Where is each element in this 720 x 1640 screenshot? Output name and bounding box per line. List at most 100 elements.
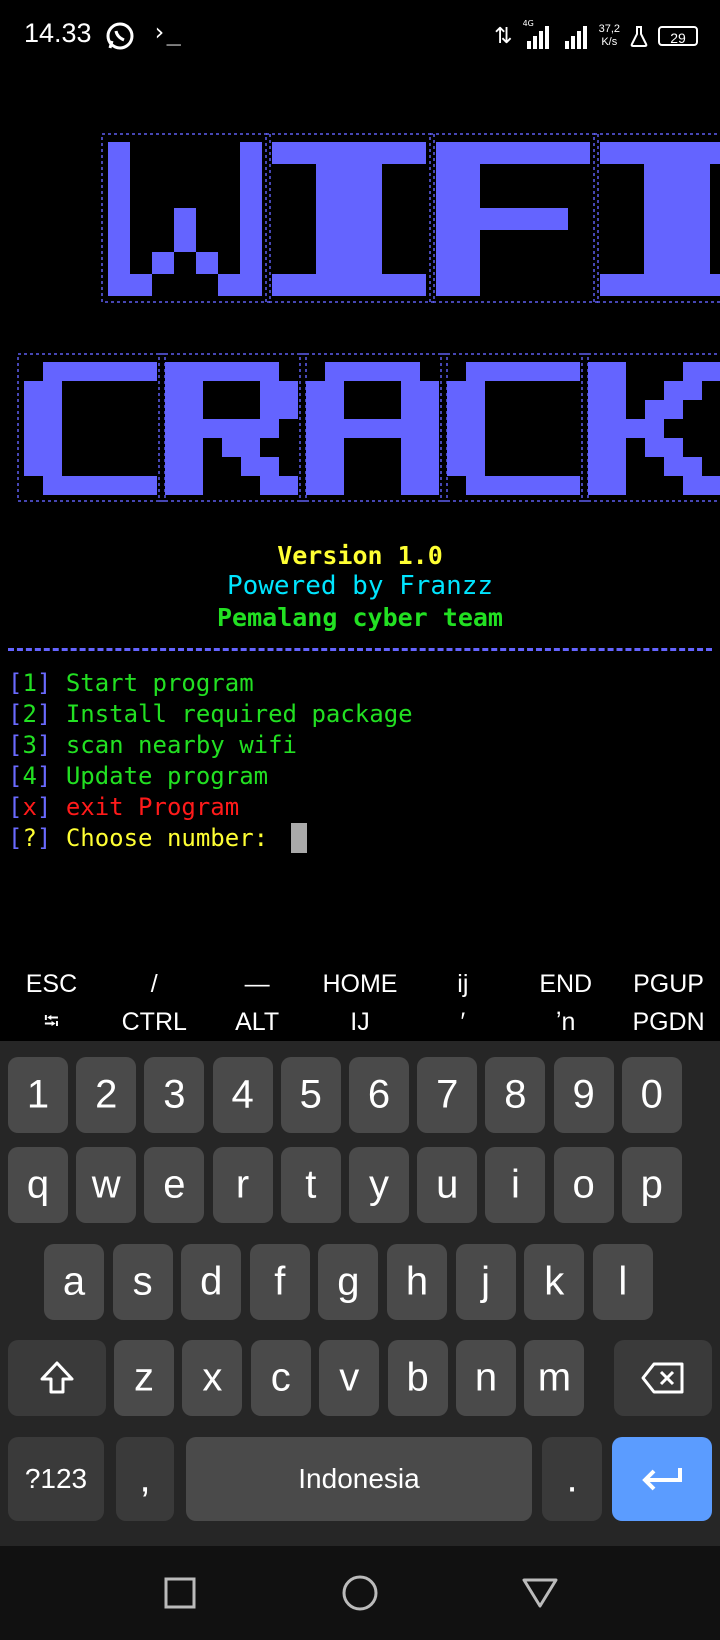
key-2[interactable]: 2 bbox=[76, 1057, 137, 1133]
banner-pixel bbox=[420, 476, 439, 495]
banner-pixel bbox=[480, 142, 502, 164]
banner-pixel bbox=[702, 476, 720, 495]
banner-pixel bbox=[466, 476, 485, 495]
symbols-key[interactable]: ?123 bbox=[8, 1437, 104, 1521]
banner-pixel bbox=[81, 476, 100, 495]
key-b[interactable]: b bbox=[387, 1340, 448, 1416]
key-y[interactable]: y bbox=[349, 1147, 409, 1223]
key-j[interactable]: j bbox=[455, 1244, 516, 1320]
banner-pixel bbox=[480, 208, 502, 230]
back-button[interactable] bbox=[500, 1546, 580, 1640]
status-icons: ⇅ 4G 37,2 K/s 29 bbox=[494, 16, 698, 56]
banner-pixel bbox=[436, 230, 458, 252]
banner-pixel bbox=[294, 142, 316, 164]
key-p[interactable]: p bbox=[621, 1147, 682, 1223]
key-home[interactable]: HOME bbox=[309, 965, 412, 1003]
banner-pixel bbox=[401, 457, 420, 476]
banner-pixel bbox=[108, 142, 130, 164]
banner-pixel bbox=[43, 438, 62, 457]
key-1[interactable]: 1 bbox=[8, 1057, 68, 1133]
key-a[interactable]: a bbox=[44, 1244, 104, 1320]
key-pgdn[interactable]: PGDN bbox=[617, 1003, 720, 1041]
key-dash[interactable]: — bbox=[206, 965, 309, 1003]
banner-pixel bbox=[688, 208, 710, 230]
enter-key[interactable] bbox=[612, 1437, 712, 1521]
key-f[interactable]: f bbox=[249, 1244, 310, 1320]
key-esc[interactable]: ESC bbox=[0, 965, 103, 1003]
key-tab[interactable]: ⭾ bbox=[0, 1003, 103, 1041]
menu-label: Start program bbox=[65, 669, 254, 697]
key-4[interactable]: 4 bbox=[212, 1057, 273, 1133]
key-end[interactable]: END bbox=[514, 965, 617, 1003]
banner-pixel bbox=[561, 476, 580, 495]
key-ij[interactable]: ij bbox=[411, 965, 514, 1003]
banner-pixel bbox=[447, 400, 466, 419]
banner-pixel bbox=[165, 400, 184, 419]
key-l[interactable]: l bbox=[592, 1244, 653, 1320]
key-ij-upper[interactable]: IJ bbox=[309, 1003, 412, 1041]
banner-pixel bbox=[588, 381, 607, 400]
key-k[interactable]: k bbox=[524, 1244, 585, 1320]
banner-pixel bbox=[502, 142, 524, 164]
shift-key[interactable] bbox=[8, 1340, 106, 1416]
period-key[interactable]: . bbox=[542, 1437, 602, 1521]
key-8[interactable]: 8 bbox=[485, 1057, 546, 1133]
home-button[interactable] bbox=[320, 1546, 400, 1640]
key-g[interactable]: g bbox=[318, 1244, 379, 1320]
banner-pixel bbox=[316, 230, 338, 252]
key-q[interactable]: q bbox=[8, 1147, 68, 1223]
banner-pixel bbox=[316, 252, 338, 274]
banner-pixel bbox=[436, 142, 458, 164]
key-h[interactable]: h bbox=[387, 1244, 447, 1320]
key-0[interactable]: 0 bbox=[621, 1057, 682, 1133]
flask-icon bbox=[630, 26, 648, 47]
terminal-menu: [1] Start program [2] Install required p… bbox=[8, 668, 413, 854]
key-s[interactable]: s bbox=[112, 1244, 173, 1320]
key-pgup[interactable]: PGUP bbox=[617, 965, 720, 1003]
banner-pixel bbox=[524, 208, 546, 230]
key-o[interactable]: o bbox=[553, 1147, 614, 1223]
banner-pixel bbox=[401, 438, 420, 457]
key-e[interactable]: e bbox=[144, 1147, 205, 1223]
banner-pixel bbox=[644, 164, 666, 186]
banner-pixel bbox=[622, 142, 644, 164]
comma-key[interactable]: , bbox=[116, 1437, 174, 1521]
banner-pixel bbox=[458, 164, 480, 186]
key-c[interactable]: c bbox=[250, 1340, 311, 1416]
key-m[interactable]: m bbox=[524, 1340, 585, 1416]
key-ctrl[interactable]: CTRL bbox=[103, 1003, 206, 1041]
key-z[interactable]: z bbox=[114, 1340, 174, 1416]
banner-pixel bbox=[458, 252, 480, 274]
key-w[interactable]: w bbox=[76, 1147, 137, 1223]
key-d[interactable]: d bbox=[181, 1244, 242, 1320]
key-x[interactable]: x bbox=[182, 1340, 243, 1416]
terminal-cursor[interactable] bbox=[290, 823, 307, 853]
key-v[interactable]: v bbox=[319, 1340, 380, 1416]
banner-pixel bbox=[165, 457, 184, 476]
key-slash[interactable]: / bbox=[103, 965, 206, 1003]
key-prime[interactable]: ′ bbox=[411, 1003, 514, 1041]
key-u[interactable]: u bbox=[417, 1147, 478, 1223]
menu-item: [1] Start program bbox=[8, 669, 254, 697]
key-6[interactable]: 6 bbox=[349, 1057, 409, 1133]
key-9[interactable]: 9 bbox=[553, 1057, 614, 1133]
key-apostrophe-n[interactable]: ʼn bbox=[514, 1003, 617, 1041]
key-5[interactable]: 5 bbox=[280, 1057, 341, 1133]
key-3[interactable]: 3 bbox=[144, 1057, 205, 1133]
space-key[interactable]: Indonesia bbox=[186, 1437, 532, 1521]
key-i[interactable]: i bbox=[485, 1147, 546, 1223]
key-t[interactable]: t bbox=[280, 1147, 341, 1223]
key-n[interactable]: n bbox=[456, 1340, 516, 1416]
backspace-key[interactable] bbox=[614, 1340, 712, 1416]
key-r[interactable]: r bbox=[212, 1147, 273, 1223]
banner-pixel bbox=[174, 230, 196, 252]
prompt-line[interactable]: [?] Choose number: bbox=[8, 823, 413, 854]
banner-pixel bbox=[666, 164, 688, 186]
banner-pixel bbox=[306, 400, 325, 419]
banner-pixel bbox=[165, 419, 184, 438]
recents-button[interactable] bbox=[140, 1546, 220, 1640]
banner-pixel bbox=[436, 164, 458, 186]
key-7[interactable]: 7 bbox=[417, 1057, 478, 1133]
key-alt[interactable]: ALT bbox=[206, 1003, 309, 1041]
team-text: Pemalang cyber team bbox=[217, 603, 503, 632]
